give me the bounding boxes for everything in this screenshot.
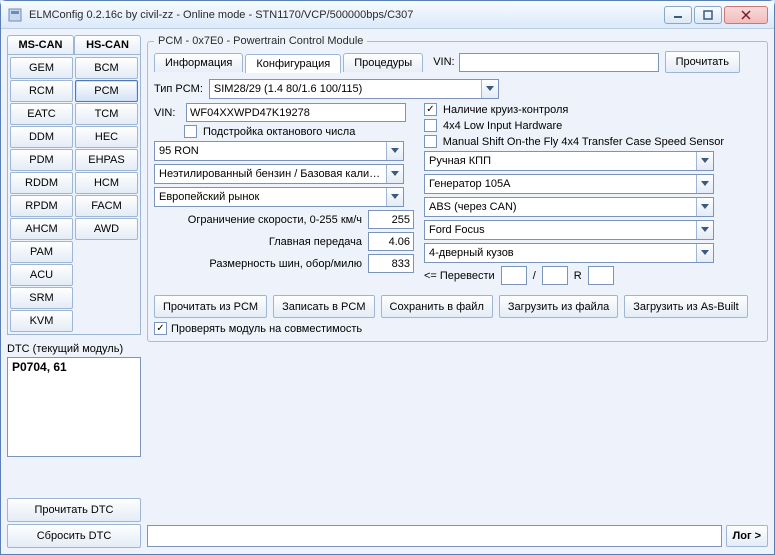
octane-adjust-checkbox[interactable] bbox=[184, 125, 197, 138]
dtc-label: DTC (текущий модуль) bbox=[7, 343, 141, 355]
cruise-label: Наличие круиз-контроля bbox=[443, 104, 568, 116]
chevron-down-icon bbox=[696, 175, 713, 193]
chevron-down-icon bbox=[696, 152, 713, 170]
module-button-awd[interactable]: AWD bbox=[75, 218, 138, 240]
module-button-rddm[interactable]: RDDM bbox=[10, 172, 73, 194]
module-button-kvm[interactable]: KVM bbox=[10, 310, 73, 332]
tab-config[interactable]: Конфигурация bbox=[245, 54, 341, 73]
chevron-down-icon bbox=[386, 165, 403, 183]
module-button-srm[interactable]: SRM bbox=[10, 287, 73, 309]
compat-checkbox[interactable]: ✓ bbox=[154, 322, 167, 335]
module-button-hec[interactable]: HEC bbox=[75, 126, 138, 148]
pcm-type-label: Тип PCM: bbox=[154, 83, 203, 95]
speed-limit-label: Ограничение скорости, 0-255 км/ч bbox=[188, 214, 362, 226]
r-label: R bbox=[574, 270, 582, 282]
app-icon bbox=[7, 7, 23, 23]
final-drive-input[interactable] bbox=[368, 232, 414, 251]
market-select[interactable]: Европейский рынок bbox=[154, 187, 404, 207]
convert-label[interactable]: <= Перевести bbox=[424, 270, 495, 282]
vin2-input[interactable] bbox=[186, 103, 406, 122]
read-button[interactable]: Прочитать bbox=[665, 51, 740, 73]
tire-width-input[interactable] bbox=[501, 266, 527, 285]
module-button-acu[interactable]: ACU bbox=[10, 264, 73, 286]
module-button-ehpas[interactable]: EHPAS bbox=[75, 149, 138, 171]
chevron-down-icon bbox=[386, 142, 403, 160]
octane-select[interactable]: 95 RON bbox=[154, 141, 404, 161]
bus-tab-mscan[interactable]: MS-CAN bbox=[7, 35, 74, 54]
dtc-list[interactable]: P0704, 61 bbox=[7, 357, 141, 457]
module-button-bcm[interactable]: BCM bbox=[75, 57, 138, 79]
speed-limit-input[interactable] bbox=[368, 210, 414, 229]
cruise-checkbox[interactable]: ✓ bbox=[424, 103, 437, 116]
read-from-pcm-button[interactable]: Прочитать из PCM bbox=[154, 295, 267, 318]
read-dtc-button[interactable]: Прочитать DTC bbox=[7, 498, 141, 522]
low4x4-checkbox[interactable] bbox=[424, 119, 437, 132]
minimize-button[interactable] bbox=[664, 6, 692, 24]
module-button-hcm[interactable]: HCM bbox=[75, 172, 138, 194]
vin-top-input[interactable] bbox=[459, 53, 659, 72]
final-drive-label: Главная передача bbox=[269, 236, 362, 248]
octane-adjust-label: Подстройка октанового числа bbox=[203, 126, 355, 138]
pcm-type-select[interactable]: SIM28/29 (1.4 80/1.6 100/115) bbox=[209, 79, 499, 99]
module-button-pam[interactable]: PAM bbox=[10, 241, 73, 263]
low4x4-label: 4x4 Low Input Hardware bbox=[443, 120, 562, 132]
vin-top-label: VIN: bbox=[433, 56, 454, 68]
save-to-file-button[interactable]: Сохранить в файл bbox=[381, 295, 493, 318]
module-button-rpdm[interactable]: RPDM bbox=[10, 195, 73, 217]
manual4x4-label: Manual Shift On-the Fly 4x4 Transfer Cas… bbox=[443, 136, 724, 148]
write-to-pcm-button[interactable]: Записать в PCM bbox=[273, 295, 374, 318]
module-button-gem[interactable]: GEM bbox=[10, 57, 73, 79]
close-button[interactable] bbox=[724, 6, 768, 24]
gen-select[interactable]: Генератор 105A bbox=[424, 174, 714, 194]
module-button-pdm[interactable]: PDM bbox=[10, 149, 73, 171]
chevron-down-icon bbox=[481, 80, 498, 98]
log-field[interactable] bbox=[147, 525, 722, 547]
module-button-ahcm[interactable]: AHCM bbox=[10, 218, 73, 240]
chevron-down-icon bbox=[386, 188, 403, 206]
titlebar: ELMConfig 0.2.16c by civil-zz - Online m… bbox=[1, 1, 774, 29]
load-from-file-button[interactable]: Загрузить из файла bbox=[499, 295, 618, 318]
chevron-down-icon bbox=[696, 198, 713, 216]
module-button-pcm[interactable]: PCM bbox=[75, 80, 138, 102]
model-select[interactable]: Ford Focus bbox=[424, 220, 714, 240]
sep-slash: / bbox=[533, 270, 536, 282]
window-title: ELMConfig 0.2.16c by civil-zz - Online m… bbox=[29, 9, 664, 21]
module-button-tcm[interactable]: TCM bbox=[75, 103, 138, 125]
module-button-facm[interactable]: FACM bbox=[75, 195, 138, 217]
bus-tab-hscan[interactable]: HS-CAN bbox=[74, 35, 141, 54]
load-from-asbuilt-button[interactable]: Загрузить из As-Built bbox=[624, 295, 747, 318]
pcm-group: PCM - 0x7E0 - Powertrain Control Module … bbox=[147, 35, 768, 342]
group-title: PCM - 0x7E0 - Powertrain Control Module bbox=[154, 35, 367, 47]
tire-size-input[interactable] bbox=[368, 254, 414, 273]
reset-dtc-button[interactable]: Сбросить DTC bbox=[7, 524, 141, 548]
trans-select[interactable]: Ручная КПП bbox=[424, 151, 714, 171]
chevron-down-icon bbox=[696, 244, 713, 262]
tab-info[interactable]: Информация bbox=[154, 53, 243, 72]
module-button-ddm[interactable]: DDM bbox=[10, 126, 73, 148]
body-select[interactable]: 4-дверный кузов bbox=[424, 243, 714, 263]
fuel-select[interactable]: Неэтилированный бензин / Базовая калибро bbox=[154, 164, 404, 184]
manual4x4-checkbox[interactable] bbox=[424, 135, 437, 148]
tab-proc[interactable]: Процедуры bbox=[343, 53, 423, 72]
compat-label: Проверять модуль на совместимость bbox=[171, 323, 362, 335]
tire-rim-input[interactable] bbox=[588, 266, 614, 285]
module-button-rcm[interactable]: RCM bbox=[10, 80, 73, 102]
tire-aspect-input[interactable] bbox=[542, 266, 568, 285]
module-button-eatc[interactable]: EATC bbox=[10, 103, 73, 125]
log-toggle-button[interactable]: Лог > bbox=[726, 525, 769, 547]
abs-select[interactable]: ABS (через CAN) bbox=[424, 197, 714, 217]
chevron-down-icon bbox=[696, 221, 713, 239]
tire-size-label: Размерность шин, обор/милю bbox=[209, 258, 362, 270]
maximize-button[interactable] bbox=[694, 6, 722, 24]
vin2-label: VIN: bbox=[154, 107, 180, 119]
